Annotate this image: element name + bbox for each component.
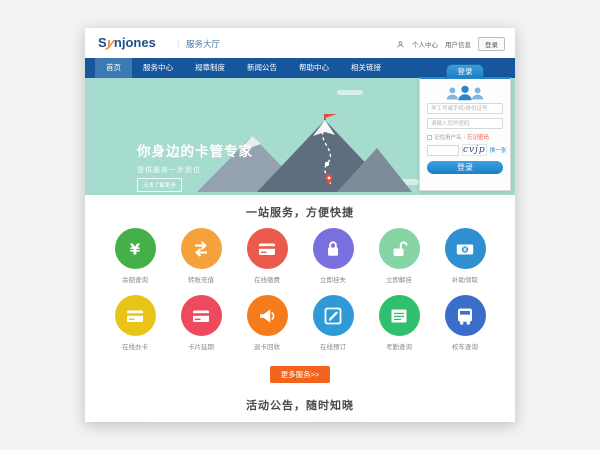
nav-item[interactable]: 新闻公告 <box>236 58 288 78</box>
cloud-shape <box>337 90 363 95</box>
login-tab[interactable]: 登录 <box>446 64 484 78</box>
header: Synjones | 服务大厅 个人中心 用户信息 登录 <box>85 28 515 58</box>
service-icon-circle[interactable] <box>181 295 222 336</box>
service-label: 卡片延期 <box>188 341 214 351</box>
service-label: 在线办卡 <box>122 341 148 351</box>
header-links: 个人中心 用户信息 登录 <box>396 37 505 51</box>
svg-text:¥: ¥ <box>463 247 467 253</box>
service-label: 立即解挂 <box>386 274 412 284</box>
service-icon-circle[interactable] <box>181 228 222 269</box>
list-icon <box>387 304 411 328</box>
nav-item[interactable]: 服务中心 <box>132 58 184 78</box>
login-panel: 记住用户名 | 忘记密码 cvjp 换一张 登录 <box>419 77 511 191</box>
service-icon-circle[interactable]: ¥ <box>445 228 486 269</box>
nav-item[interactable]: 首页 <box>95 58 132 78</box>
service-label: 立即挂失 <box>320 274 346 284</box>
service-label: 退卡回收 <box>254 341 280 351</box>
service-item[interactable]: 在线缴费 <box>234 228 300 284</box>
service-item[interactable]: 校车查询 <box>432 295 498 351</box>
yen-icon: ¥ <box>123 237 147 261</box>
unlock-icon <box>387 237 411 261</box>
service-icon-circle[interactable]: ¥ <box>115 228 156 269</box>
service-item[interactable]: 转账充值 <box>168 228 234 284</box>
brand-logo[interactable]: Synjones <box>98 35 156 50</box>
service-icon-circle[interactable] <box>247 228 288 269</box>
logo-divider: | <box>177 38 179 48</box>
service-icon-circle[interactable] <box>247 295 288 336</box>
service-icon-circle[interactable] <box>115 295 156 336</box>
user-icon <box>396 40 405 49</box>
site-name: 服务大厅 <box>186 38 220 50</box>
megaphone-icon <box>255 304 279 328</box>
announcements-section-title: 活动公告，随时知晓 <box>85 397 515 413</box>
header-login-button[interactable]: 登录 <box>478 37 505 51</box>
service-icon-circle[interactable] <box>313 295 354 336</box>
hero-title: 你身边的卡管专家 <box>137 140 253 160</box>
service-icon-circle[interactable] <box>379 295 420 336</box>
service-label: 补助领取 <box>452 274 478 284</box>
nav-item[interactable]: 规章制度 <box>184 58 236 78</box>
service-icon-circle[interactable] <box>379 228 420 269</box>
transfer-icon <box>189 237 213 261</box>
service-item[interactable]: 立即解挂 <box>366 228 432 284</box>
users-avatars-icon <box>444 84 486 101</box>
login-widget: 登录 记住用户名 | 忘记密码 cvjp 换一张 登录 <box>419 64 511 191</box>
hero-subtitle: 提供服务一步到位 <box>137 165 201 175</box>
service-icon-circle[interactable] <box>445 295 486 336</box>
logo-text-rest: njones <box>114 35 156 50</box>
edit-icon <box>321 304 345 328</box>
banknote-icon: ¥ <box>453 237 477 261</box>
personal-center-link[interactable]: 个人中心 <box>412 39 438 49</box>
service-label: 余额查询 <box>122 274 148 284</box>
card-icon <box>189 304 213 328</box>
account-input[interactable] <box>427 103 503 114</box>
service-item[interactable]: ¥ 补助领取 <box>432 228 498 284</box>
login-submit-button[interactable]: 登录 <box>427 161 503 174</box>
password-input[interactable] <box>427 118 503 129</box>
service-label: 在线缴费 <box>254 274 280 284</box>
more-services-button[interactable]: 更多服务>> <box>270 366 331 383</box>
lock-icon <box>321 237 345 261</box>
card-icon <box>255 237 279 261</box>
user-info-link[interactable]: 用户信息 <box>445 39 471 49</box>
remember-label: 记住用户名 <box>434 133 462 141</box>
nav-item[interactable]: 相关链接 <box>340 58 392 78</box>
card-icon <box>123 304 147 328</box>
service-item[interactable]: 考勤查询 <box>366 295 432 351</box>
service-label: 校车查询 <box>452 341 478 351</box>
service-item[interactable]: 在线预订 <box>300 295 366 351</box>
captcha-refresh-link[interactable]: 换一张 <box>490 146 507 154</box>
website-screenshot: Synjones | 服务大厅 个人中心 用户信息 登录 首页服务中心规章制度新… <box>85 28 515 422</box>
service-item[interactable]: 立即挂失 <box>300 228 366 284</box>
service-item[interactable]: 在线办卡 <box>102 295 168 351</box>
remember-row: 记住用户名 | 忘记密码 <box>427 133 503 141</box>
remember-checkbox[interactable] <box>427 135 432 140</box>
service-icon-circle[interactable] <box>313 228 354 269</box>
service-item[interactable]: 卡片延期 <box>168 295 234 351</box>
hero-cta-button[interactable]: 点击了解更多 <box>137 178 182 192</box>
svg-text:¥: ¥ <box>130 240 141 258</box>
captcha-input[interactable] <box>427 145 459 156</box>
forgot-password-link[interactable]: 忘记密码 <box>467 133 489 141</box>
service-label: 转账充值 <box>188 274 214 284</box>
service-item[interactable]: 退卡回收 <box>234 295 300 351</box>
service-label: 在线预订 <box>320 341 346 351</box>
services-grid: ¥ 余额查询 转账充值 在线缴费 立即挂失 立即解挂 ¥ 补助领取在线办卡 卡片延期 退卡回收 在线… <box>85 228 515 362</box>
bus-icon <box>453 304 477 328</box>
service-item[interactable]: ¥ 余额查询 <box>102 228 168 284</box>
nav-item[interactable]: 帮助中心 <box>288 58 340 78</box>
captcha-row: cvjp 换一张 <box>427 144 503 156</box>
services-section-title: 一站服务，方便快捷 <box>85 204 515 220</box>
separator: | <box>464 134 465 140</box>
captcha-image[interactable]: cvjp <box>462 144 487 156</box>
service-label: 考勤查询 <box>386 341 412 351</box>
